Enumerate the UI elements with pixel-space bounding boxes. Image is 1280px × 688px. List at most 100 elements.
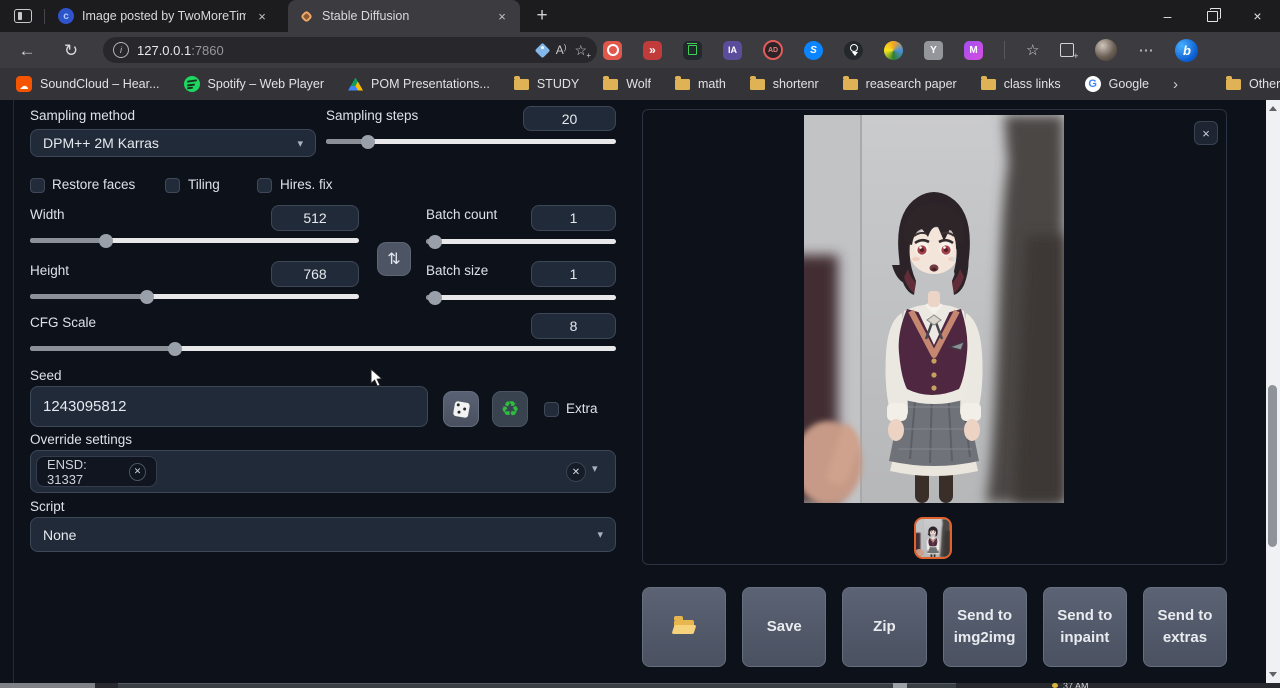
bookmark-folder-study[interactable]: STUDY	[514, 77, 579, 91]
cfg-scale-input[interactable]: 8	[531, 313, 616, 339]
random-seed-button[interactable]	[443, 391, 479, 427]
bookmark-folder-shortenr[interactable]: shortenr	[750, 77, 819, 91]
send-to-extras-button[interactable]: Send to extras	[1143, 587, 1227, 667]
save-button[interactable]: Save	[742, 587, 826, 667]
width-slider[interactable]	[30, 238, 359, 243]
slider-handle[interactable]	[99, 234, 113, 248]
extra-seed-checkbox[interactable]	[544, 402, 559, 417]
bookmark-pom[interactable]: POM Presentations...	[348, 77, 490, 91]
window-close-button[interactable]: ×	[1235, 0, 1280, 32]
folder-icon	[981, 79, 996, 90]
bookmarks-overflow-chevron[interactable]: ›	[1173, 76, 1178, 93]
bookmark-spotify[interactable]: Spotify – Web Player	[184, 76, 325, 92]
monica-extension-icon[interactable]: M	[964, 41, 983, 60]
more-menu-icon[interactable]: ⋯	[1138, 41, 1154, 59]
reuse-seed-button[interactable]: ♻	[492, 391, 528, 427]
send-to-inpaint-button[interactable]: Send to inpaint	[1043, 587, 1127, 667]
price-tag-icon[interactable]	[534, 42, 550, 58]
chip-remove-icon[interactable]: ✕	[129, 463, 146, 481]
adblock-extension-icon[interactable]: AD	[763, 40, 783, 60]
spotify-icon	[184, 76, 200, 92]
scrollbar-thumb[interactable]	[1268, 385, 1277, 547]
override-clear-icon[interactable]: ✕	[566, 462, 586, 482]
horizontal-scrollbar-thumb[interactable]	[0, 683, 95, 688]
width-input[interactable]: 512	[271, 205, 359, 231]
trash-extension-icon[interactable]	[683, 41, 702, 60]
scroll-up-icon[interactable]	[1269, 106, 1277, 111]
sampling-steps-input[interactable]: 20	[523, 106, 616, 131]
bookmark-folder-math[interactable]: math	[675, 77, 726, 91]
cfg-scale-slider[interactable]	[30, 346, 616, 351]
o-extension-icon[interactable]	[603, 41, 622, 60]
tiling-checkbox[interactable]	[165, 178, 180, 193]
swap-width-height-button[interactable]: ⇅	[377, 242, 411, 276]
gradio-favicon-icon	[298, 8, 314, 24]
tab-close-icon[interactable]: ×	[254, 9, 270, 24]
sampling-method-dropdown[interactable]: DPM++ 2M Karras▾	[30, 129, 316, 157]
restore-button[interactable]	[1190, 0, 1235, 32]
restore-faces-checkbox[interactable]	[30, 178, 45, 193]
read-aloud-icon[interactable]: A)	[556, 43, 567, 57]
globe-extension-icon[interactable]	[884, 41, 903, 60]
profile-avatar[interactable]	[1095, 39, 1117, 61]
height-slider[interactable]	[30, 294, 359, 299]
script-dropdown[interactable]: None▾	[30, 517, 616, 552]
video-speed-extension-icon[interactable]: »	[643, 41, 662, 60]
new-tab-button[interactable]: +	[530, 4, 554, 28]
shazam-extension-icon[interactable]: S	[804, 41, 823, 60]
tab-close-icon[interactable]: ×	[494, 9, 510, 24]
internet-archive-extension-icon[interactable]: IA	[723, 41, 742, 60]
gallery-thumbnail[interactable]	[914, 517, 952, 559]
copilot-icon[interactable]: b	[1175, 39, 1198, 62]
browser-tab-reddit[interactable]: c Image posted by TwoMoreTimes ×	[48, 0, 280, 32]
override-settings-label: Override settings	[30, 432, 132, 447]
scroll-down-icon[interactable]	[1269, 672, 1277, 677]
send-to-img2img-button[interactable]: Send to img2img	[943, 587, 1027, 667]
url-text[interactable]: 127.0.0.1:7860	[137, 43, 529, 58]
open-folder-button[interactable]	[642, 587, 726, 667]
hires-fix-checkbox[interactable]	[257, 178, 272, 193]
bookmark-google[interactable]: GGoogle	[1085, 76, 1149, 92]
collections-icon[interactable]: +	[1060, 43, 1074, 57]
bookmark-other-favorites[interactable]: Other favorites	[1226, 77, 1280, 91]
tab-actions-icon[interactable]	[14, 9, 32, 23]
extra-seed-label: Extra	[566, 401, 598, 416]
tab-favicon-icon: c	[58, 8, 74, 24]
bookmark-folder-research[interactable]: reasearch paper	[843, 77, 957, 91]
favorites-icon[interactable]: ☆	[1026, 41, 1039, 59]
height-input[interactable]: 768	[271, 261, 359, 287]
bookmarks-bar: ☁SoundCloud – Hear... Spotify – Web Play…	[0, 68, 1280, 100]
location-pin-extension-icon[interactable]	[844, 41, 863, 60]
add-favorite-icon[interactable]: ☆+	[574, 42, 587, 59]
bookmark-soundcloud[interactable]: ☁SoundCloud – Hear...	[16, 76, 160, 92]
override-chevron-down-icon[interactable]: ▾	[592, 462, 598, 475]
soundcloud-icon: ☁	[16, 76, 32, 92]
bookmark-folder-classlinks[interactable]: class links	[981, 77, 1061, 91]
slider-handle[interactable]	[361, 135, 375, 149]
refresh-icon[interactable]: ↻	[59, 39, 83, 63]
vertical-scrollbar[interactable]	[1266, 100, 1280, 683]
batch-size-slider[interactable]	[426, 295, 616, 300]
batch-count-input[interactable]: 1	[531, 205, 616, 231]
browser-tab-stable-diffusion[interactable]: Stable Diffusion ×	[288, 0, 520, 32]
browser-toolbar: ← ↻ i 127.0.0.1:7860 A) ☆+ » IA AD S Y M…	[0, 32, 1280, 68]
override-chip[interactable]: ENSD: 31337✕	[36, 456, 157, 487]
address-bar[interactable]: i 127.0.0.1:7860 A) ☆+	[103, 37, 597, 63]
slider-handle[interactable]	[428, 291, 442, 305]
slider-handle[interactable]	[168, 342, 182, 356]
zip-button[interactable]: Zip	[842, 587, 926, 667]
minimize-button[interactable]: –	[1145, 0, 1190, 32]
batch-size-input[interactable]: 1	[531, 261, 616, 287]
seed-input[interactable]: 1243095812	[30, 386, 428, 427]
batch-count-slider[interactable]	[426, 239, 616, 244]
slider-handle[interactable]	[140, 290, 154, 304]
browser-titlebar: c Image posted by TwoMoreTimes × Stable …	[0, 0, 1280, 32]
slider-handle[interactable]	[428, 235, 442, 249]
back-icon[interactable]: ←	[15, 39, 39, 63]
y-extension-icon[interactable]: Y	[924, 41, 943, 60]
site-info-icon[interactable]: i	[113, 42, 129, 58]
generated-image[interactable]	[804, 115, 1064, 503]
sampling-steps-slider[interactable]	[326, 139, 616, 144]
bookmark-folder-wolf[interactable]: Wolf	[603, 77, 651, 91]
gallery-close-icon[interactable]: ×	[1194, 121, 1218, 145]
